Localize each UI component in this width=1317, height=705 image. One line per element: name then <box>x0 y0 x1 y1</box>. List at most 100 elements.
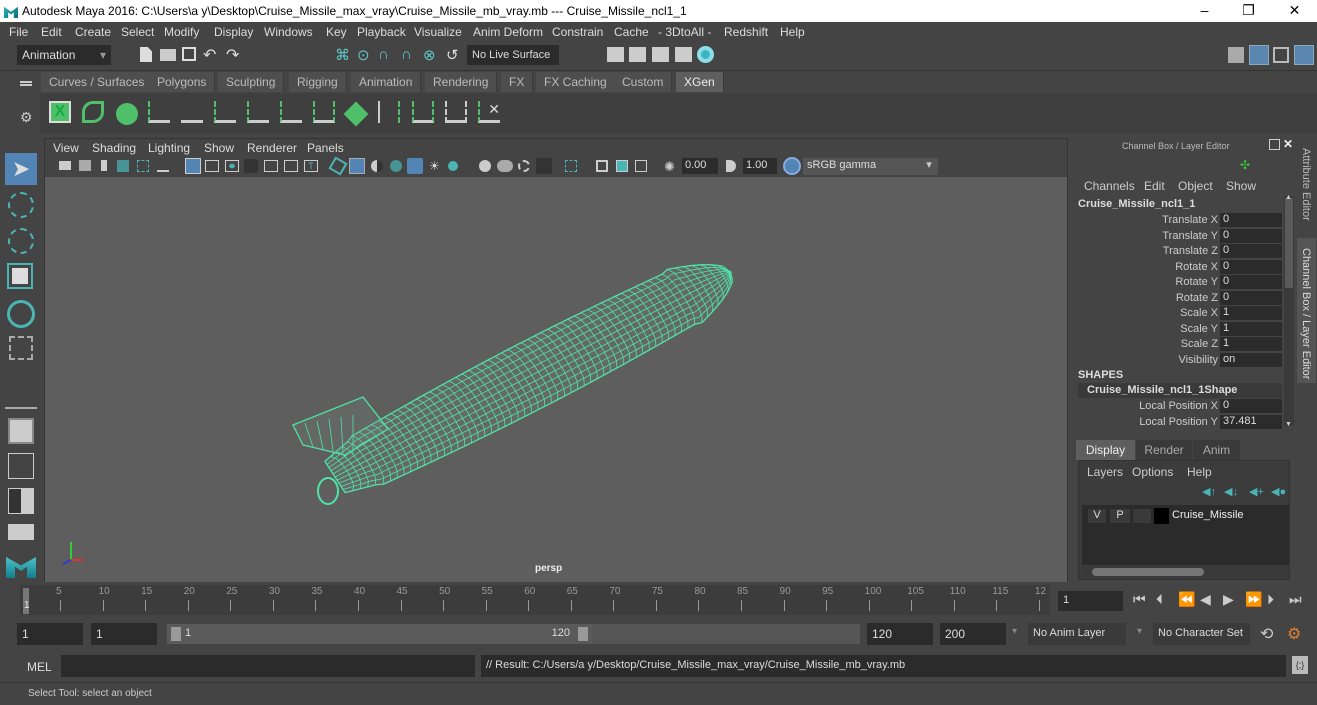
redo-icon[interactable]: ↷ <box>226 45 239 65</box>
grid-icon[interactable] <box>185 158 201 174</box>
rebuild-guide-icon[interactable] <box>313 101 335 123</box>
anim-layer-dropdown[interactable]: No Anim Layer <box>1028 623 1126 645</box>
range-end-handle[interactable] <box>578 627 588 641</box>
go-to-start-icon[interactable]: ⏮ <box>1133 591 1146 608</box>
viewport-menu-shading[interactable]: Shading <box>92 141 136 155</box>
menu-anim-deform[interactable]: Anim Deform <box>473 25 543 39</box>
channel-label[interactable]: Scale X <box>1180 307 1218 319</box>
chevron-down-icon[interactable]: ▾ <box>1012 626 1017 637</box>
save-scene-icon[interactable] <box>182 47 196 61</box>
cb-menu-channels[interactable]: Channels <box>1084 179 1135 193</box>
gear-icon[interactable]: ⚙ <box>20 109 33 126</box>
channel-value[interactable]: 0 <box>1220 228 1282 243</box>
attribute-editor-toggle-icon[interactable] <box>1249 45 1269 65</box>
create-description-icon[interactable] <box>82 101 104 123</box>
channel-row[interactable]: Local Position Y 37.481 <box>1072 414 1282 430</box>
menu-visualize[interactable]: Visualize <box>414 25 462 39</box>
channel-label[interactable]: Rotate Z <box>1176 292 1218 304</box>
textured-icon[interactable] <box>390 160 402 172</box>
close-button[interactable]: ✕ <box>1272 0 1317 22</box>
viewport-menu-renderer[interactable]: Renderer <box>247 141 297 155</box>
channel-value[interactable]: 0 <box>1220 213 1282 227</box>
shelf-tab-animation[interactable]: Animation <box>351 72 422 92</box>
layer-tab-anim[interactable]: Anim <box>1193 440 1240 460</box>
menu-help[interactable]: Help <box>780 25 805 39</box>
channel-value[interactable]: 0 <box>1220 399 1282 413</box>
animation-prefs-icon[interactable]: ⚙ <box>1287 624 1301 644</box>
shelf-tab-polygons[interactable]: Polygons <box>149 72 216 92</box>
shadows-icon[interactable]: ☀ <box>429 159 440 173</box>
close-panel-icon[interactable]: ✕ <box>1283 137 1293 151</box>
animation-end-field[interactable]: 200 <box>940 623 1006 645</box>
channel-value[interactable]: 0 <box>1220 244 1282 258</box>
channel-value[interactable]: on <box>1220 352 1282 367</box>
shelf-tab-xgen[interactable]: XGen <box>676 72 724 92</box>
shelf-tab-rendering[interactable]: Rendering <box>425 72 498 92</box>
xray-joints-icon[interactable] <box>518 160 530 172</box>
bookmark-icon[interactable] <box>101 160 107 171</box>
channel-row[interactable]: Translate Y0 <box>1072 228 1282 244</box>
channel-row[interactable]: Visibility on <box>1072 352 1282 368</box>
time-slider[interactable]: 5 10 15 20 25 30 35 40 45 50 55 60 65 70 75 80 85 90 95 100… <box>0 585 1317 617</box>
layer-menu-help[interactable]: Help <box>1187 465 1212 479</box>
channel-box-tab[interactable]: Channel Box / Layer Editor <box>1297 238 1316 383</box>
menu-create[interactable]: Create <box>75 25 111 39</box>
render-view-icon[interactable] <box>607 47 624 62</box>
range-slider[interactable]: 1 120 <box>167 624 592 644</box>
manipulator-icon[interactable]: ✣ <box>1240 158 1250 172</box>
minimize-button[interactable]: – <box>1182 0 1227 22</box>
channel-label[interactable]: Local Position Y <box>1139 416 1218 428</box>
layer-tab-render[interactable]: Render <box>1136 440 1192 460</box>
live-surface-field[interactable]: No Live Surface <box>467 45 559 65</box>
layer-tab-display[interactable]: Display <box>1076 440 1135 460</box>
menu-edit[interactable]: Edit <box>41 25 62 39</box>
new-scene-icon[interactable] <box>140 47 152 62</box>
modeling-toolkit-icon[interactable] <box>1228 47 1244 63</box>
channel-row[interactable]: Rotate Z0 <box>1072 290 1282 306</box>
layer-visibility-toggle[interactable]: V <box>1088 509 1106 523</box>
attribute-editor-tab[interactable]: Attribute Editor <box>1300 148 1312 221</box>
select-guides-icon[interactable] <box>445 101 467 123</box>
layer-row[interactable]: V P Cruise_Missile <box>1082 507 1289 525</box>
auto-keyframe-icon[interactable]: ⟲ <box>1260 624 1273 644</box>
make-live-icon[interactable]: ↺ <box>446 46 459 64</box>
playback-end-field[interactable]: 120 <box>867 623 933 645</box>
camera-attributes-icon[interactable] <box>79 160 91 171</box>
channel-value[interactable]: 0 <box>1220 290 1282 305</box>
cut-guides-icon[interactable] <box>412 101 434 123</box>
snap-view-plane-icon[interactable]: ∩ <box>401 46 412 63</box>
menu-file[interactable]: File <box>9 25 28 39</box>
step-forward-key-icon[interactable]: ⏩ <box>1245 591 1262 608</box>
add-guides-icon[interactable] <box>148 101 170 123</box>
safe-title-icon[interactable]: T <box>304 160 318 172</box>
channel-label[interactable]: Rotate Y <box>1175 276 1218 288</box>
step-back-key-icon[interactable]: ⏪ <box>1178 591 1195 608</box>
current-frame-field[interactable]: 1 <box>1058 591 1123 611</box>
maximize-button[interactable]: ❐ <box>1226 0 1271 22</box>
menu-3dtoall[interactable]: - 3DtoAll - <box>658 25 711 39</box>
channel-label[interactable]: Scale Y <box>1180 323 1218 335</box>
safe-action-icon[interactable] <box>284 160 298 172</box>
ipr-render-icon[interactable] <box>652 47 669 62</box>
menu-windows[interactable]: Windows <box>264 25 313 39</box>
channel-row[interactable]: Rotate Y0 <box>1072 275 1282 290</box>
snap-curve-icon[interactable]: ⊙ <box>357 46 370 64</box>
shelf-tab-curves-surfaces[interactable]: Curves / Surfaces <box>41 72 154 92</box>
smooth-shade-icon[interactable] <box>349 158 365 174</box>
render-current-icon[interactable] <box>629 47 646 62</box>
toggle-preview-icon[interactable] <box>116 103 138 125</box>
undo-icon[interactable]: ↶ <box>203 45 216 65</box>
channel-label[interactable]: Translate Z <box>1163 245 1218 257</box>
range-slider-track[interactable] <box>592 624 860 644</box>
move-tool-icon[interactable] <box>12 268 28 284</box>
float-panel-icon[interactable] <box>1269 139 1280 150</box>
menu-modify[interactable]: Modify <box>164 25 199 39</box>
paint-select-tool-icon[interactable] <box>8 228 34 254</box>
cb-menu-show[interactable]: Show <box>1226 179 1256 193</box>
scroll-up-icon[interactable]: ▲ <box>1285 194 1292 201</box>
shelf-menu-icon[interactable] <box>20 81 32 83</box>
lock-guide-icon[interactable] <box>280 101 302 123</box>
snap-surface-icon[interactable]: ⊗ <box>423 46 436 64</box>
chevron-down-icon[interactable]: ▾ <box>1137 626 1142 637</box>
channel-value[interactable]: 1 <box>1220 337 1282 351</box>
